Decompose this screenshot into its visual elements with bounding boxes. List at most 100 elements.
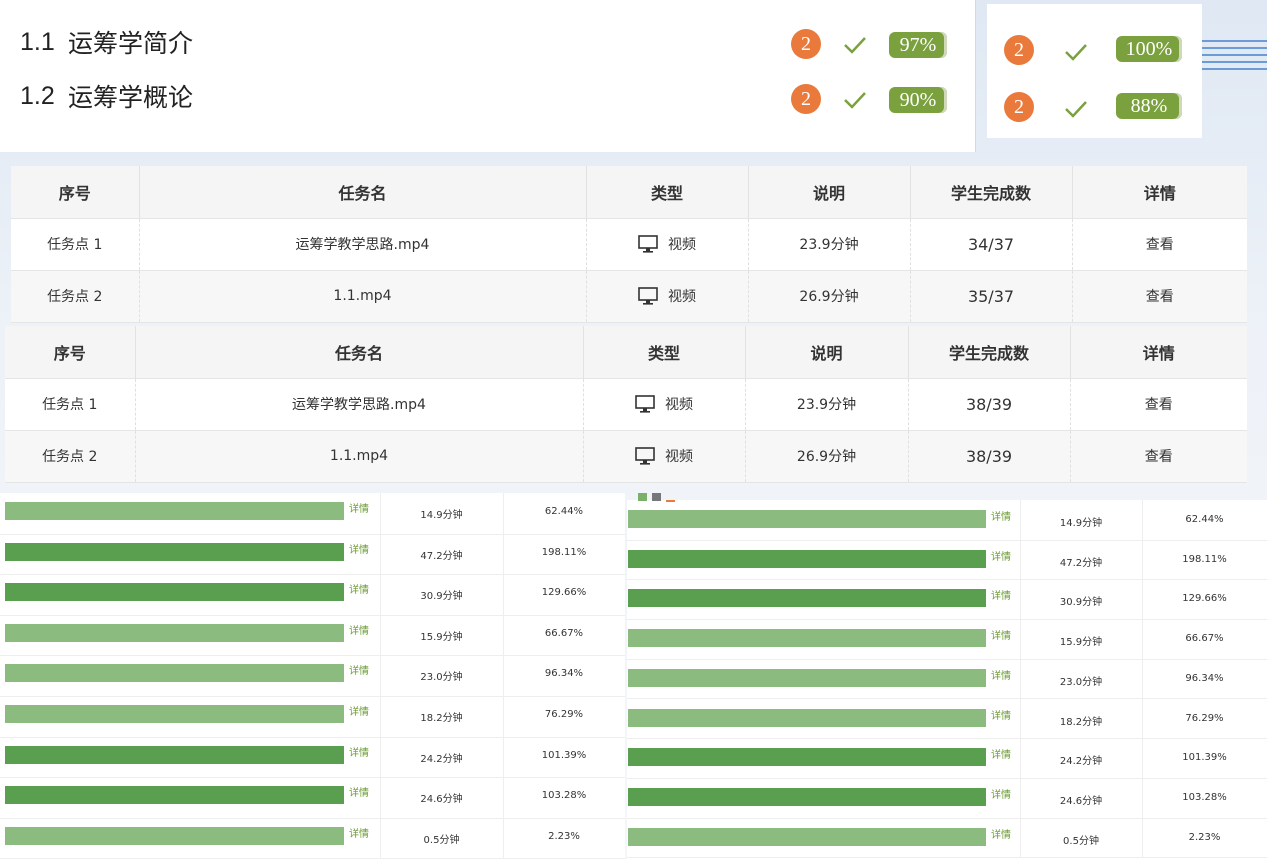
task-name: 运筹学教学思路.mp4 <box>139 218 587 270</box>
detail-link[interactable]: 详情 <box>349 744 369 759</box>
watch-percent: 96.34% <box>544 668 584 680</box>
table-header-row: 序号 任务名 类型 说明 学生完成数 详情 <box>11 166 1247 218</box>
task-name: 1.1.mp4 <box>139 270 587 322</box>
watch-percent: 129.66% <box>541 587 587 599</box>
watch-time: 24.6分钟 <box>1059 795 1103 807</box>
col-header-task-name: 任务名 <box>135 326 584 378</box>
chapter-row-2[interactable]: 1.2 运筹学概论 <box>20 76 193 116</box>
monitor-icon <box>635 395 655 413</box>
detail-link[interactable]: 详情 <box>349 622 369 637</box>
monitor-icon <box>635 447 655 465</box>
completion-percent: 88% <box>1116 93 1182 119</box>
detail-link[interactable]: 详情 <box>991 508 1011 523</box>
view-detail-link[interactable]: 查看 <box>1072 218 1247 270</box>
detail-link[interactable]: 详情 <box>991 826 1011 841</box>
detail-link[interactable]: 详情 <box>991 786 1011 801</box>
task-description: 23.9分钟 <box>748 218 911 270</box>
col-header-index: 序号 <box>11 166 140 218</box>
progress-bar <box>628 748 986 767</box>
completed-count: 38/39 <box>908 430 1071 482</box>
task-index: 任务点 1 <box>5 378 136 430</box>
detail-link[interactable]: 详情 <box>349 541 369 556</box>
monitor-icon <box>638 235 658 253</box>
progress-bar <box>628 510 986 528</box>
task-description: 23.9分钟 <box>745 378 909 430</box>
check-icon <box>1065 101 1087 118</box>
progress-bar <box>628 668 986 687</box>
bar-row: 详情 14.9分钟 62.44% <box>0 493 625 535</box>
detail-link[interactable]: 详情 <box>991 746 1011 761</box>
watch-percent: 66.67% <box>1185 633 1224 645</box>
bar-row: 详情 14.9分钟 62.44% <box>627 500 1267 541</box>
task-index: 任务点 2 <box>11 270 140 322</box>
check-icon <box>844 37 866 54</box>
detail-link[interactable]: 详情 <box>349 703 369 718</box>
chapter-row-1[interactable]: 1.1 运筹学简介 <box>20 22 193 62</box>
table-header-row: 序号 任务名 类型 说明 学生完成数 详情 <box>5 326 1247 378</box>
watch-percent: 66.67% <box>544 627 584 639</box>
view-detail-link[interactable]: 查看 <box>1072 270 1247 322</box>
detail-link[interactable]: 详情 <box>991 587 1011 602</box>
task-name: 运筹学教学思路.mp4 <box>135 378 584 430</box>
progress-bar <box>628 629 986 648</box>
progress-bar <box>628 827 986 846</box>
bar-row: 详情 18.2分钟 76.29% <box>0 696 625 738</box>
detail-link[interactable]: 详情 <box>349 825 369 840</box>
watch-percent: 2.23% <box>1188 831 1221 843</box>
bar-row: 详情 47.2分钟 198.11% <box>0 533 625 576</box>
background-decoration <box>1202 40 1267 70</box>
completion-percent: 100% <box>1116 36 1182 62</box>
progress-bar-list-left: 详情 14.9分钟 62.44% 详情 47.2分钟 198.11% 详情 30.9分钟 129… <box>0 493 625 859</box>
progress-bar <box>5 542 344 561</box>
watch-time: 0.5分钟 <box>1063 835 1099 847</box>
watch-time: 24.6分钟 <box>420 794 463 806</box>
task-type: 视频 <box>665 397 693 413</box>
side-progress-panel: 2 100% 2 88% <box>987 4 1202 138</box>
completed-count: 34/37 <box>910 218 1073 270</box>
task-index: 任务点 2 <box>5 430 136 482</box>
detail-link[interactable]: 详情 <box>991 667 1011 682</box>
task-table: 序号 任务名 类型 说明 学生完成数 详情 任务点 1 运筹学教学思路.mp4 … <box>11 166 1247 323</box>
chapter-number: 1.2 <box>20 81 55 110</box>
watch-time: 30.9分钟 <box>420 591 463 603</box>
watch-time: 18.2分钟 <box>420 713 463 724</box>
col-header-type: 类型 <box>586 166 749 218</box>
view-detail-link[interactable]: 查看 <box>1070 378 1247 430</box>
watch-time: 47.2分钟 <box>1059 557 1103 569</box>
progress-bar <box>5 786 344 805</box>
view-detail-link[interactable]: 查看 <box>1070 430 1247 482</box>
detail-link[interactable]: 详情 <box>991 707 1011 722</box>
detail-link[interactable]: 详情 <box>349 784 369 799</box>
col-header-task-name: 任务名 <box>139 166 587 218</box>
watch-percent: 198.11% <box>541 546 587 558</box>
watch-time: 14.9分钟 <box>420 510 463 521</box>
bar-row: 详情 30.9分钟 129.66% <box>0 574 625 616</box>
col-header-completed: 学生完成数 <box>908 326 1071 378</box>
bar-row: 详情 23.0分钟 96.34% <box>627 658 1267 700</box>
detail-link[interactable]: 详情 <box>349 662 369 677</box>
bar-row: 详情 24.6分钟 103.28% <box>627 777 1267 819</box>
check-icon <box>1065 44 1087 61</box>
chapter-title[interactable]: 运筹学简介 <box>68 24 193 60</box>
progress-bar <box>5 623 344 642</box>
col-header-description: 说明 <box>745 326 909 378</box>
bar-row: 详情 15.9分钟 66.67% <box>627 619 1267 660</box>
detail-link[interactable]: 详情 <box>349 500 369 515</box>
task-count-badge: 2 <box>791 29 821 59</box>
bar-row: 详情 0.5分钟 2.23% <box>0 817 625 859</box>
watch-percent: 2.23% <box>548 830 580 842</box>
progress-bar <box>5 705 344 723</box>
detail-link[interactable]: 详情 <box>349 581 369 596</box>
chapter-title[interactable]: 运筹学概论 <box>68 78 193 114</box>
task-type: 视频 <box>668 237 696 253</box>
col-header-detail: 详情 <box>1143 183 1176 203</box>
task-name: 1.1.mp4 <box>135 430 584 482</box>
detail-link[interactable]: 详情 <box>991 548 1011 563</box>
watch-percent: 129.66% <box>1182 593 1227 605</box>
col-header-detail: 详情 <box>1142 343 1175 363</box>
watch-time: 23.0分钟 <box>420 672 463 684</box>
bar-row: 详情 30.9分钟 129.66% <box>627 579 1267 621</box>
detail-link[interactable]: 详情 <box>991 627 1011 642</box>
watch-percent: 62.44% <box>544 506 584 517</box>
bar-row: 详情 23.0分钟 96.34% <box>0 655 625 697</box>
